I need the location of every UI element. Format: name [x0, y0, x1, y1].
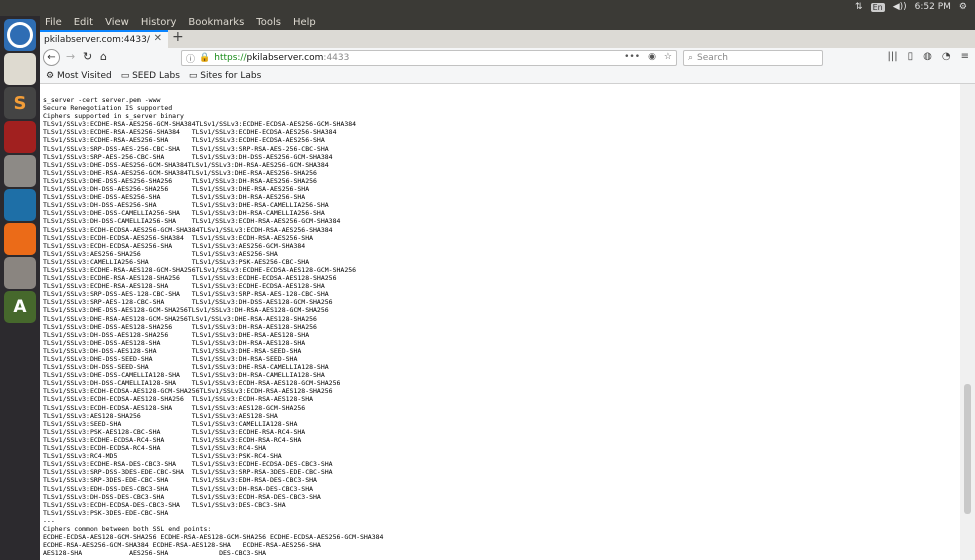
tab-title: pkilabserver.com:4433/: [44, 35, 150, 45]
system-settings-icon[interactable]: [4, 257, 36, 289]
server-output-text: s_server -cert server.pem -www Secure Re…: [43, 96, 384, 558]
browser-menu-bar: File Edit View History Bookmarks Tools H…: [40, 16, 975, 30]
home-button[interactable]: ⌂: [100, 50, 107, 63]
page-content: s_server -cert server.pem -www Secure Re…: [40, 84, 960, 560]
lock-icon[interactable]: 🔒: [199, 53, 210, 63]
keyboard-language-indicator[interactable]: En: [870, 2, 885, 12]
bookmark-folder-sites-for-labs[interactable]: ▭ Sites for Labs: [189, 71, 261, 81]
tab-close-icon[interactable]: ✕: [154, 33, 162, 44]
forward-button[interactable]: →: [66, 50, 75, 63]
reload-button[interactable]: ↻: [83, 50, 92, 63]
library-icon[interactable]: |||: [888, 51, 898, 62]
terminal-icon[interactable]: [4, 121, 36, 153]
clock[interactable]: 6:52 PM: [915, 2, 951, 12]
unity-launcher: S A: [0, 16, 40, 560]
hamburger-menu-icon[interactable]: ≡: [961, 51, 969, 62]
firefox-icon[interactable]: [4, 223, 36, 255]
search-input[interactable]: ⌕ Search: [683, 50, 823, 66]
menu-file[interactable]: File: [45, 16, 62, 30]
files-icon[interactable]: [4, 155, 36, 187]
vertical-scrollbar[interactable]: [960, 84, 975, 560]
bookmarks-toolbar: ⚙ Most Visited ▭ SEED Labs ▭ Sites for L…: [40, 68, 975, 84]
active-tab[interactable]: pkilabserver.com:4433/ ✕: [40, 30, 168, 48]
extension-icon[interactable]: ◍: [923, 51, 932, 62]
bookmark-star-icon[interactable]: ☆: [664, 52, 672, 62]
back-button[interactable]: ←: [43, 49, 60, 66]
system-tray: ⇅ En ◀)) 6:52 PM ⚙: [855, 2, 967, 12]
screenshot-icon[interactable]: ◔: [942, 51, 951, 62]
menu-bookmarks[interactable]: Bookmarks: [188, 16, 244, 30]
menu-history[interactable]: History: [141, 16, 177, 30]
software-updater-icon[interactable]: A: [4, 291, 36, 323]
menu-edit[interactable]: Edit: [74, 16, 93, 30]
url-bar[interactable]: ⓘ 🔒 https://pkilabserver.com:4433 ••• ◉ …: [181, 50, 677, 66]
text-editor-icon[interactable]: [4, 53, 36, 85]
bookmark-folder-seed-labs[interactable]: ▭ SEED Labs: [121, 71, 180, 81]
toolbar-right-icons: ||| ▯ ◍ ◔ ≡: [888, 51, 969, 62]
sublime-text-icon[interactable]: S: [4, 87, 36, 119]
menu-help[interactable]: Help: [293, 16, 316, 30]
ubuntu-dash-icon[interactable]: [4, 19, 36, 51]
site-info-icon[interactable]: ⓘ: [186, 52, 195, 65]
network-icon[interactable]: ⇅: [855, 2, 863, 12]
settings-gear-icon[interactable]: ⚙: [959, 2, 967, 12]
bookmark-most-visited[interactable]: ⚙ Most Visited: [46, 71, 112, 81]
wireshark-icon[interactable]: [4, 189, 36, 221]
scrollbar-thumb[interactable]: [964, 384, 971, 514]
new-tab-button[interactable]: +: [172, 29, 184, 45]
system-top-bar: ⇅ En ◀)) 6:52 PM ⚙: [0, 0, 975, 16]
pocket-icon[interactable]: ◉: [648, 52, 656, 62]
menu-view[interactable]: View: [105, 16, 129, 30]
sidebar-icon[interactable]: ▯: [908, 51, 914, 62]
url-text: https://pkilabserver.com:4433: [214, 53, 350, 63]
page-actions-icon[interactable]: •••: [624, 52, 640, 62]
search-placeholder: Search: [697, 53, 728, 63]
volume-icon[interactable]: ◀)): [893, 2, 907, 12]
tab-strip: pkilabserver.com:4433/ ✕ +: [40, 29, 975, 48]
search-icon: ⌕: [688, 53, 694, 63]
navigation-toolbar: ← → ↻ ⌂ ⓘ 🔒 https://pkilabserver.com:443…: [40, 48, 975, 68]
menu-tools[interactable]: Tools: [256, 16, 281, 30]
